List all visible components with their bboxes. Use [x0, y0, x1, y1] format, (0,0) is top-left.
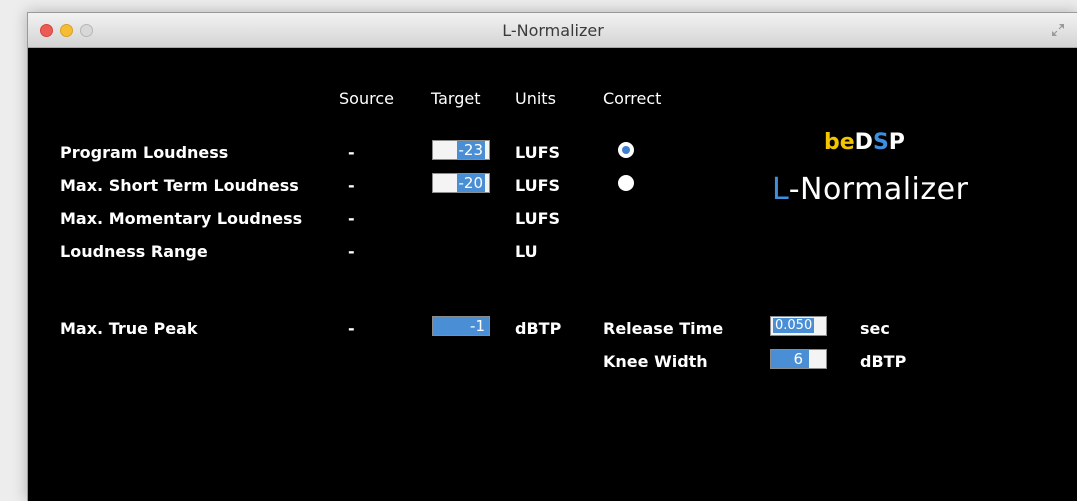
knee-width-unit: dBTP [860, 352, 907, 371]
unit-true-peak: dBTP [515, 319, 562, 338]
target-short-term-input[interactable]: -20 [432, 173, 490, 193]
target-program-loudness-value: -23 [456, 141, 485, 159]
target-true-peak-input[interactable]: -1 [432, 316, 490, 336]
unit-program-loudness: LUFS [515, 143, 561, 162]
header-source: Source [339, 89, 394, 108]
row-label-program-loudness: Program Loudness [60, 143, 229, 162]
unit-loudness-range: LU [515, 242, 538, 261]
fullscreen-icon[interactable] [1050, 22, 1066, 38]
row-label-loudness-range: Loudness Range [60, 242, 208, 261]
row-label-true-peak: Max. True Peak [60, 319, 198, 338]
product-name-l: L [772, 172, 789, 207]
source-short-term: - [348, 176, 355, 195]
knee-width-label: Knee Width [603, 352, 708, 371]
title-bar[interactable]: L-Normalizer [28, 13, 1077, 48]
header-correct: Correct [603, 89, 662, 108]
header-units: Units [515, 89, 556, 108]
release-time-unit: sec [860, 319, 890, 338]
logo-s: S [872, 130, 889, 155]
product-name-rest: -Normalizer [788, 172, 969, 207]
bedsp-logo: beDSP [824, 130, 905, 155]
release-time-input[interactable]: 0.050 [770, 316, 827, 336]
release-time-label: Release Time [603, 319, 724, 338]
plugin-content: Source Target Units Correct Program Loud… [28, 48, 1077, 501]
target-program-loudness-input[interactable]: -23 [432, 140, 490, 160]
source-momentary: - [348, 209, 355, 228]
source-program-loudness: - [348, 143, 355, 162]
target-short-term-value: -20 [456, 174, 485, 192]
logo-p: P [888, 130, 905, 155]
knee-width-value: 6 [771, 350, 809, 368]
logo-be: be [824, 130, 855, 155]
release-time-value: 0.050 [773, 318, 815, 333]
window-title: L-Normalizer [502, 21, 604, 40]
product-name-logo: L-Normalizer [772, 172, 968, 207]
target-true-peak-value: -1 [470, 317, 485, 335]
correct-short-term-radio[interactable] [618, 175, 634, 191]
header-target: Target [431, 89, 481, 108]
unit-short-term: LUFS [515, 176, 561, 195]
plugin-window: L-Normalizer Source Target Units Correct… [27, 12, 1077, 501]
row-label-short-term: Max. Short Term Loudness [60, 176, 299, 195]
source-loudness-range: - [348, 242, 355, 261]
correct-program-loudness-radio[interactable] [618, 142, 634, 158]
logo-d: D [854, 130, 873, 155]
row-label-momentary: Max. Momentary Loudness [60, 209, 303, 228]
source-true-peak: - [348, 319, 355, 338]
unit-momentary: LUFS [515, 209, 561, 228]
knee-width-input[interactable]: 6 [770, 349, 827, 369]
